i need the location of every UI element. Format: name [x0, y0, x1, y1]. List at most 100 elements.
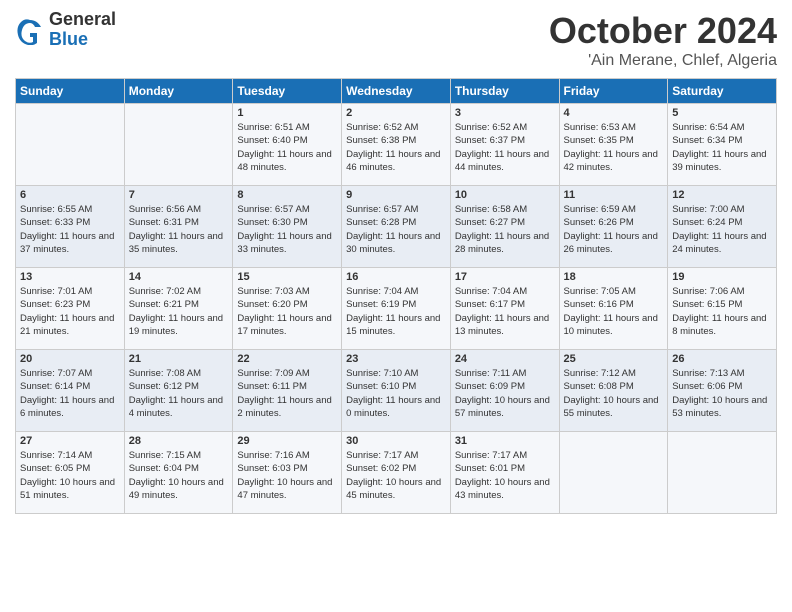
header-row: SundayMondayTuesdayWednesdayThursdayFrid…	[16, 79, 777, 104]
day-number: 9	[346, 189, 446, 201]
day-number: 27	[20, 435, 120, 447]
calendar-cell: 11 Sunrise: 6:59 AM Sunset: 6:26 PM Dayli…	[559, 186, 668, 268]
calendar-cell: 8 Sunrise: 6:57 AM Sunset: 6:30 PM Daylig…	[233, 186, 342, 268]
calendar-container: General Blue October 2024 'Ain Merane, C…	[0, 0, 792, 524]
day-number: 19	[672, 271, 772, 283]
day-info: Sunrise: 7:04 AM Sunset: 6:17 PM Dayligh…	[455, 285, 555, 338]
calendar-cell: 23 Sunrise: 7:10 AM Sunset: 6:10 PM Dayli…	[342, 350, 451, 432]
day-number: 3	[455, 107, 555, 119]
day-info: Sunrise: 7:15 AM Sunset: 6:04 PM Dayligh…	[129, 449, 229, 502]
calendar-cell: 12Sunrise: 7:00 AM Sunset: 6:24 PM Dayli…	[668, 186, 777, 268]
day-info: Sunrise: 7:04 AM Sunset: 6:19 PM Dayligh…	[346, 285, 446, 338]
calendar-cell: 18Sunrise: 7:05 AM Sunset: 6:16 PM Dayli…	[559, 268, 668, 350]
day-info: Sunrise: 6:52 AM Sunset: 6:38 PM Dayligh…	[346, 121, 446, 174]
day-info: Sunrise: 7:07 AM Sunset: 6:14 PM Dayligh…	[20, 367, 120, 420]
day-info: Sunrise: 7:17 AM Sunset: 6:01 PM Dayligh…	[455, 449, 555, 502]
day-info: Sunrise: 7:11 AM Sunset: 6:09 PM Dayligh…	[455, 367, 555, 420]
day-info: Sunrise: 6:53 AM Sunset: 6:35 PM Dayligh…	[564, 121, 664, 174]
day-number: 26	[672, 353, 772, 365]
day-number: 4	[564, 107, 664, 119]
calendar-cell: 22Sunrise: 7:09 AM Sunset: 6:11 PM Dayli…	[233, 350, 342, 432]
week-row-5: 27Sunrise: 7:14 AM Sunset: 6:05 PM Dayli…	[16, 432, 777, 514]
day-number: 20	[20, 353, 120, 365]
day-info: Sunrise: 6:54 AM Sunset: 6:34 PM Dayligh…	[672, 121, 772, 174]
weekday-header-sunday: Sunday	[16, 79, 125, 104]
calendar-cell: 21 Sunrise: 7:08 AM Sunset: 6:12 PM Dayli…	[124, 350, 233, 432]
calendar-cell: 10 Sunrise: 6:58 AM Sunset: 6:27 PM Dayli…	[450, 186, 559, 268]
weekday-header-monday: Monday	[124, 79, 233, 104]
weekday-header-wednesday: Wednesday	[342, 79, 451, 104]
day-number: 17	[455, 271, 555, 283]
calendar-cell	[559, 432, 668, 514]
calendar-cell: 1Sunrise: 6:51 AM Sunset: 6:40 PM Daylig…	[233, 104, 342, 186]
calendar-cell: 3 Sunrise: 6:52 AM Sunset: 6:37 PM Daylig…	[450, 104, 559, 186]
week-row-1: 1Sunrise: 6:51 AM Sunset: 6:40 PM Daylig…	[16, 104, 777, 186]
logo-blue: Blue	[49, 30, 116, 50]
header: General Blue October 2024 'Ain Merane, C…	[15, 10, 777, 70]
logo-general: General	[49, 10, 116, 30]
calendar-cell	[668, 432, 777, 514]
day-number: 30	[346, 435, 446, 447]
day-info: Sunrise: 7:05 AM Sunset: 6:16 PM Dayligh…	[564, 285, 664, 338]
calendar-cell: 6Sunrise: 6:55 AM Sunset: 6:33 PM Daylig…	[16, 186, 125, 268]
calendar-cell: 16 Sunrise: 7:04 AM Sunset: 6:19 PM Dayli…	[342, 268, 451, 350]
week-row-2: 6Sunrise: 6:55 AM Sunset: 6:33 PM Daylig…	[16, 186, 777, 268]
day-number: 16	[346, 271, 446, 283]
day-info: Sunrise: 7:02 AM Sunset: 6:21 PM Dayligh…	[129, 285, 229, 338]
calendar-cell: 4 Sunrise: 6:53 AM Sunset: 6:35 PM Daylig…	[559, 104, 668, 186]
day-info: Sunrise: 7:06 AM Sunset: 6:15 PM Dayligh…	[672, 285, 772, 338]
calendar-cell: 24Sunrise: 7:11 AM Sunset: 6:09 PM Dayli…	[450, 350, 559, 432]
day-info: Sunrise: 7:00 AM Sunset: 6:24 PM Dayligh…	[672, 203, 772, 256]
calendar-cell: 5Sunrise: 6:54 AM Sunset: 6:34 PM Daylig…	[668, 104, 777, 186]
day-info: Sunrise: 6:58 AM Sunset: 6:27 PM Dayligh…	[455, 203, 555, 256]
week-row-4: 20 Sunrise: 7:07 AM Sunset: 6:14 PM Dayli…	[16, 350, 777, 432]
day-number: 25	[564, 353, 664, 365]
day-info: Sunrise: 7:17 AM Sunset: 6:02 PM Dayligh…	[346, 449, 446, 502]
day-info: Sunrise: 6:56 AM Sunset: 6:31 PM Dayligh…	[129, 203, 229, 256]
day-info: Sunrise: 7:13 AM Sunset: 6:06 PM Dayligh…	[672, 367, 772, 420]
calendar-table: SundayMondayTuesdayWednesdayThursdayFrid…	[15, 78, 777, 514]
day-number: 23	[346, 353, 446, 365]
calendar-cell: 19 Sunrise: 7:06 AM Sunset: 6:15 PM Dayli…	[668, 268, 777, 350]
calendar-cell: 14 Sunrise: 7:02 AM Sunset: 6:21 PM Dayli…	[124, 268, 233, 350]
day-number: 2	[346, 107, 446, 119]
day-number: 14	[129, 271, 229, 283]
logo-text: General Blue	[49, 10, 116, 50]
calendar-cell: 25Sunrise: 7:12 AM Sunset: 6:08 PM Dayli…	[559, 350, 668, 432]
day-number: 15	[237, 271, 337, 283]
day-number: 10	[455, 189, 555, 201]
calendar-cell: 26 Sunrise: 7:13 AM Sunset: 6:06 PM Dayli…	[668, 350, 777, 432]
day-number: 22	[237, 353, 337, 365]
week-row-3: 13Sunrise: 7:01 AM Sunset: 6:23 PM Dayli…	[16, 268, 777, 350]
calendar-cell: 30 Sunrise: 7:17 AM Sunset: 6:02 PM Dayli…	[342, 432, 451, 514]
calendar-cell: 29 Sunrise: 7:16 AM Sunset: 6:03 PM Dayli…	[233, 432, 342, 514]
calendar-cell: 7 Sunrise: 6:56 AM Sunset: 6:31 PM Daylig…	[124, 186, 233, 268]
day-number: 1	[237, 107, 337, 119]
weekday-header-tuesday: Tuesday	[233, 79, 342, 104]
location-subtitle: 'Ain Merane, Chlef, Algeria	[549, 52, 777, 70]
calendar-cell: 27Sunrise: 7:14 AM Sunset: 6:05 PM Dayli…	[16, 432, 125, 514]
day-number: 11	[564, 189, 664, 201]
calendar-cell: 20 Sunrise: 7:07 AM Sunset: 6:14 PM Dayli…	[16, 350, 125, 432]
day-number: 29	[237, 435, 337, 447]
day-number: 31	[455, 435, 555, 447]
day-info: Sunrise: 7:08 AM Sunset: 6:12 PM Dayligh…	[129, 367, 229, 420]
day-info: Sunrise: 7:10 AM Sunset: 6:10 PM Dayligh…	[346, 367, 446, 420]
day-number: 8	[237, 189, 337, 201]
weekday-header-friday: Friday	[559, 79, 668, 104]
title-block: October 2024 'Ain Merane, Chlef, Algeria	[549, 10, 777, 70]
day-info: Sunrise: 6:59 AM Sunset: 6:26 PM Dayligh…	[564, 203, 664, 256]
calendar-cell: 15Sunrise: 7:03 AM Sunset: 6:20 PM Dayli…	[233, 268, 342, 350]
calendar-cell: 9Sunrise: 6:57 AM Sunset: 6:28 PM Daylig…	[342, 186, 451, 268]
calendar-cell: 13Sunrise: 7:01 AM Sunset: 6:23 PM Dayli…	[16, 268, 125, 350]
weekday-header-thursday: Thursday	[450, 79, 559, 104]
day-number: 28	[129, 435, 229, 447]
day-number: 21	[129, 353, 229, 365]
calendar-cell	[16, 104, 125, 186]
day-info: Sunrise: 6:52 AM Sunset: 6:37 PM Dayligh…	[455, 121, 555, 174]
logo-icon	[15, 15, 45, 45]
month-title: October 2024	[549, 10, 777, 52]
day-number: 7	[129, 189, 229, 201]
day-info: Sunrise: 7:16 AM Sunset: 6:03 PM Dayligh…	[237, 449, 337, 502]
day-info: Sunrise: 6:57 AM Sunset: 6:30 PM Dayligh…	[237, 203, 337, 256]
